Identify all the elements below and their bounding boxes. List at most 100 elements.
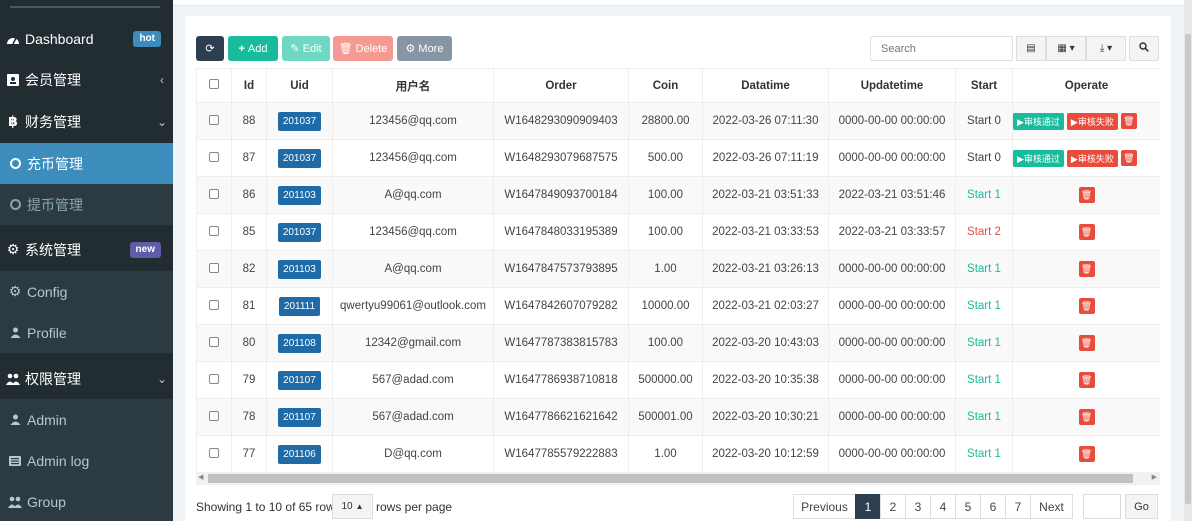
select-all-cell[interactable]	[196, 68, 232, 103]
sidebar-item-profile[interactable]: Profile	[0, 312, 173, 353]
row-select-cell[interactable]	[196, 176, 232, 214]
column-header[interactable]: Id	[231, 68, 267, 103]
row-checkbox[interactable]	[209, 410, 219, 421]
search-input[interactable]	[870, 36, 1013, 61]
page-size-select[interactable]: 10 ▲	[332, 494, 373, 519]
row-delete-button[interactable]: 🗑	[1078, 187, 1095, 203]
next-page-button[interactable]: Next	[1030, 494, 1073, 519]
row-delete-button[interactable]: 🗑	[1078, 372, 1095, 388]
edit-button[interactable]: ✎ Edit	[282, 36, 330, 61]
approve-button[interactable]: ▶审核通过	[1013, 112, 1064, 130]
table-row[interactable]: 78 201107 567@adad.com W1647786621621642 500…	[196, 398, 1160, 436]
row-checkbox[interactable]	[209, 114, 219, 125]
uid-badge[interactable]: 201103	[278, 185, 321, 205]
column-header[interactable]: Updatetime	[828, 68, 956, 103]
row-checkbox[interactable]	[209, 336, 219, 347]
page-button[interactable]: 1	[855, 494, 881, 519]
sidebar-item-config[interactable]: ⚙ Config	[0, 271, 173, 312]
sidebar-item-admin-log[interactable]: Admin log	[0, 440, 173, 481]
row-select-cell[interactable]	[196, 361, 232, 399]
row-delete-button[interactable]: 🗑	[1078, 224, 1095, 240]
select-all-checkbox[interactable]	[209, 79, 219, 89]
row-select-cell[interactable]	[196, 213, 232, 251]
scroll-right-icon[interactable]: ▶	[1152, 473, 1157, 481]
goto-page-input[interactable]	[1083, 494, 1121, 519]
column-header[interactable]: 用户名	[332, 68, 494, 103]
scrollbar-thumb[interactable]	[208, 474, 1133, 483]
sidebar-item-group[interactable]: Group	[0, 481, 173, 521]
go-button[interactable]: Go	[1125, 494, 1158, 519]
sidebar-item-withdraw[interactable]: 提币管理	[0, 184, 173, 225]
row-delete-button[interactable]: 🗑	[1078, 261, 1095, 277]
refresh-button[interactable]: ⟳	[196, 36, 224, 61]
sidebar-item-permissions[interactable]: 权限管理 ⌄	[0, 358, 173, 399]
uid-badge[interactable]: 201108	[278, 333, 321, 353]
uid-badge[interactable]: 201111	[278, 296, 321, 316]
table-row[interactable]: 85 201037 123456@qq.com W1647848033195389 10…	[196, 213, 1160, 251]
column-header[interactable]: Operate	[1012, 68, 1160, 103]
row-checkbox[interactable]	[209, 373, 219, 384]
delete-button[interactable]: 🗑 Delete	[333, 36, 393, 61]
row-checkbox[interactable]	[209, 151, 219, 162]
row-select-cell[interactable]	[196, 398, 232, 436]
sidebar-item-system[interactable]: ⚙ 系统管理 new	[0, 229, 173, 270]
column-header[interactable]: Order	[493, 68, 629, 103]
table-row[interactable]: 81 201111 qwertyu99061@outlook.com W1647842…	[196, 287, 1160, 325]
sidebar-item-finance[interactable]: ฿ 财务管理 ⌄	[0, 101, 173, 142]
row-checkbox[interactable]	[209, 447, 219, 458]
row-delete-button[interactable]: 🗑	[1120, 113, 1137, 129]
row-delete-button[interactable]: 🗑	[1078, 335, 1095, 351]
row-checkbox[interactable]	[209, 299, 219, 310]
table-row[interactable]: 86 201103 A@qq.com W1647849093700184 100.00 2…	[196, 176, 1160, 214]
page-scrollbar[interactable]	[1184, 0, 1192, 521]
uid-badge[interactable]: 201037	[277, 148, 322, 168]
uid-badge[interactable]: 201037	[277, 222, 322, 242]
uid-badge[interactable]: 201107	[278, 370, 321, 390]
table-row[interactable]: 77 201106 D@qq.com W1647785579222883 1.00 202…	[196, 435, 1160, 472]
page-button[interactable]: 4	[930, 494, 956, 519]
toggle-view-button[interactable]: ▤	[1016, 36, 1046, 61]
table-row[interactable]: 80 201108 12342@gmail.com W1647787383815783…	[196, 324, 1160, 362]
columns-button[interactable]: ▦ ▾	[1046, 36, 1086, 61]
reject-button[interactable]: ▶审核失败	[1066, 112, 1118, 130]
row-select-cell[interactable]	[196, 250, 232, 288]
page-button[interactable]: 3	[905, 494, 931, 519]
row-select-cell[interactable]	[196, 324, 232, 362]
advanced-search-button[interactable]	[1129, 36, 1159, 61]
row-select-cell[interactable]	[196, 102, 232, 140]
sidebar-item-admin[interactable]: Admin	[0, 399, 173, 440]
page-scrollbar-thumb[interactable]	[1185, 34, 1191, 504]
more-button[interactable]: ⚙ More	[397, 36, 452, 61]
uid-badge[interactable]: 201106	[278, 444, 321, 464]
sidebar-item-members[interactable]: 会员管理 ‹	[0, 59, 173, 100]
approve-button[interactable]: ▶审核通过	[1013, 149, 1064, 167]
scroll-left-icon[interactable]: ◀	[198, 473, 203, 481]
sidebar-item-dashboard[interactable]: Dashboard hot	[0, 18, 173, 59]
column-header[interactable]: Datatime	[702, 68, 829, 103]
row-select-cell[interactable]	[196, 287, 232, 325]
export-button[interactable]: ⤓ ▾	[1086, 36, 1126, 61]
page-button[interactable]: 7	[1005, 494, 1031, 519]
row-checkbox[interactable]	[209, 262, 219, 273]
column-header[interactable]: Coin	[628, 68, 703, 103]
row-delete-button[interactable]: 🗑	[1120, 150, 1137, 166]
row-checkbox[interactable]	[209, 188, 219, 199]
add-button[interactable]: + Add	[228, 36, 278, 61]
row-select-cell[interactable]	[196, 435, 232, 472]
table-row[interactable]: 82 201103 A@qq.com W1647847573793895 1.00 202…	[196, 250, 1160, 288]
uid-badge[interactable]: 201103	[278, 259, 321, 279]
column-header[interactable]: Uid	[266, 68, 333, 103]
row-delete-button[interactable]: 🗑	[1078, 409, 1095, 425]
table-row[interactable]: 88 201037 123456@qq.com W1648293090909403 28…	[196, 102, 1160, 140]
page-button[interactable]: 5	[955, 494, 981, 519]
sidebar-item-deposit[interactable]: 充币管理	[0, 143, 173, 184]
horizontal-scrollbar[interactable]: ◀ ▶	[196, 472, 1160, 485]
row-select-cell[interactable]	[196, 139, 232, 177]
column-header[interactable]: Start	[955, 68, 1013, 103]
reject-button[interactable]: ▶审核失败	[1066, 149, 1118, 167]
table-row[interactable]: 87 201037 123456@qq.com W1648293079687575 50…	[196, 139, 1160, 177]
previous-page-button[interactable]: Previous	[793, 494, 856, 519]
row-checkbox[interactable]	[209, 225, 219, 236]
uid-badge[interactable]: 201107	[278, 407, 321, 427]
page-button[interactable]: 6	[980, 494, 1006, 519]
